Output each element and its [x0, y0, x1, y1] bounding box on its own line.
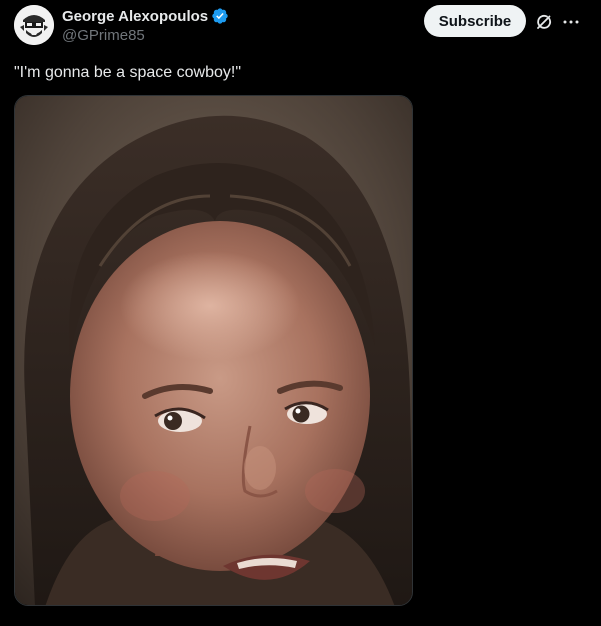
avatar-illustration	[14, 5, 54, 45]
author-display-name[interactable]: George Alexopoulos	[62, 8, 208, 25]
author-handle[interactable]: @GPrime85	[62, 26, 229, 46]
avatar[interactable]	[14, 5, 54, 45]
subscribe-button[interactable]: Subscribe	[424, 5, 526, 37]
photo-portrait	[15, 96, 412, 605]
verified-badge-icon	[211, 7, 229, 25]
author-block: George Alexopoulos @GPrime85	[62, 6, 229, 46]
post-card: George Alexopoulos @GPrime85 Subscribe "…	[0, 0, 601, 626]
more-options-icon[interactable]	[561, 12, 581, 32]
name-row: George Alexopoulos	[62, 6, 229, 26]
post-text: "I'm gonna be a space cowboy!"	[14, 64, 241, 81]
grok-icon[interactable]	[534, 12, 554, 32]
post-media-photo[interactable]	[14, 95, 413, 606]
